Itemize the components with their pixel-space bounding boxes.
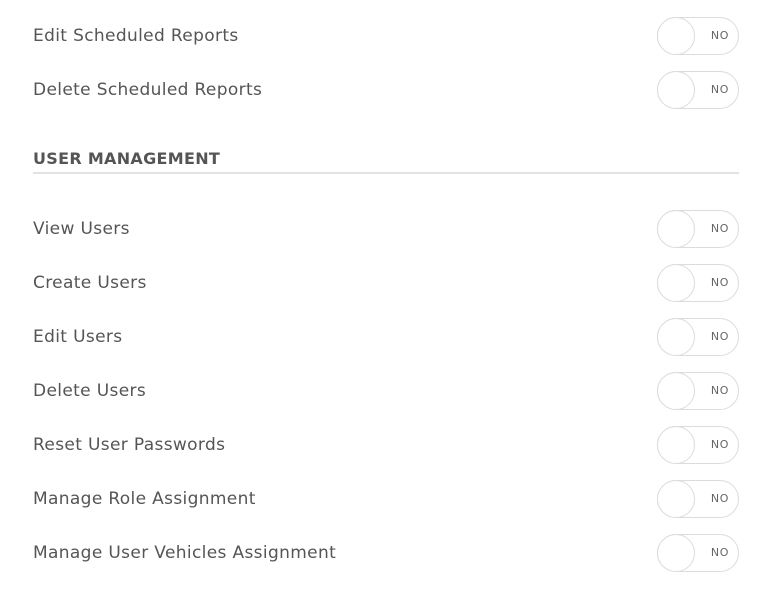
permission-label: Manage User Vehicles Assignment	[33, 543, 337, 563]
toggle-state-text: NO	[710, 384, 729, 397]
permission-row-manage-user-vehicles-assignment: Manage User Vehicles Assignment NO	[33, 534, 739, 572]
view-users-toggle[interactable]: NO	[657, 210, 739, 248]
permission-label: Delete Scheduled Reports	[33, 80, 263, 100]
toggle-knob	[657, 264, 695, 302]
toggle-knob	[657, 480, 695, 518]
toggle-state-text: NO	[710, 222, 729, 235]
toggle-state-text: NO	[710, 276, 729, 289]
toggle-state-text: NO	[710, 330, 729, 343]
edit-users-toggle[interactable]: NO	[657, 318, 739, 356]
toggle-state-text: NO	[710, 83, 729, 96]
user-management-section-header: USER MANAGEMENT	[33, 148, 739, 174]
reset-user-passwords-toggle[interactable]: NO	[657, 426, 739, 464]
permission-label: Manage Role Assignment	[33, 489, 256, 509]
delete-users-toggle[interactable]: NO	[657, 372, 739, 410]
permission-label: Edit Users	[33, 327, 123, 347]
toggle-knob	[657, 71, 695, 109]
permission-label: Reset User Passwords	[33, 435, 226, 455]
toggle-knob	[657, 534, 695, 572]
toggle-state-text: NO	[710, 438, 729, 451]
toggle-knob	[657, 17, 695, 55]
permission-row-edit-scheduled-reports: Edit Scheduled Reports NO	[33, 17, 739, 55]
manage-role-assignment-toggle[interactable]: NO	[657, 480, 739, 518]
manage-user-vehicles-assignment-toggle[interactable]: NO	[657, 534, 739, 572]
permission-label: Delete Users	[33, 381, 147, 401]
toggle-state-text: NO	[710, 29, 729, 42]
create-users-toggle[interactable]: NO	[657, 264, 739, 302]
toggle-knob	[657, 318, 695, 356]
toggle-knob	[657, 210, 695, 248]
permission-label: Edit Scheduled Reports	[33, 26, 239, 46]
permission-row-delete-scheduled-reports: Delete Scheduled Reports NO	[33, 71, 739, 109]
permission-row-reset-user-passwords: Reset User Passwords NO	[33, 426, 739, 464]
delete-scheduled-reports-toggle[interactable]: NO	[657, 71, 739, 109]
edit-scheduled-reports-toggle[interactable]: NO	[657, 17, 739, 55]
permission-row-manage-role-assignment: Manage Role Assignment NO	[33, 480, 739, 518]
toggle-state-text: NO	[710, 546, 729, 559]
permissions-panel: Edit Scheduled Reports NO Delete Schedul…	[33, 0, 739, 608]
toggle-knob	[657, 372, 695, 410]
section-title: USER MANAGEMENT	[33, 149, 221, 168]
permission-label: Create Users	[33, 273, 147, 293]
toggle-state-text: NO	[710, 492, 729, 505]
permission-row-edit-users: Edit Users NO	[33, 318, 739, 356]
toggle-knob	[657, 426, 695, 464]
permission-label: View Users	[33, 219, 130, 239]
permission-row-create-users: Create Users NO	[33, 264, 739, 302]
permission-row-delete-users: Delete Users NO	[33, 372, 739, 410]
permission-row-view-users: View Users NO	[33, 210, 739, 248]
